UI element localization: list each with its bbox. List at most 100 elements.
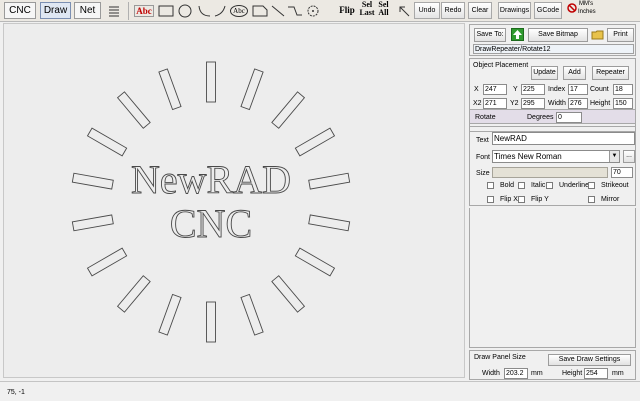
object-placement-title: Object Placement — [473, 62, 529, 69]
save-bitmap-button[interactable]: Save Bitmap — [528, 28, 588, 42]
save-draw-settings-button[interactable]: Save Draw Settings — [548, 354, 631, 366]
clear-button[interactable]: Clear — [468, 2, 492, 19]
toolbar: CNC Draw Net Abc Abc Flip Sel Last Sel A… — [0, 0, 640, 22]
index-label: Index — [548, 86, 566, 93]
font-more-button[interactable]: ... — [623, 150, 635, 163]
x-input[interactable]: 247 — [483, 84, 507, 95]
rotate-row: Rotate Degrees 0 — [469, 109, 636, 124]
circle-tool-button[interactable] — [175, 2, 195, 19]
target-tool-button[interactable] — [303, 2, 323, 19]
repeater-rectangle[interactable] — [271, 275, 306, 313]
x2-label: X2 — [473, 100, 482, 107]
underline-checkbox[interactable] — [546, 182, 553, 189]
newrad-outline-text[interactable]: NewRAD — [131, 157, 292, 203]
units-toggle[interactable]: MM's Inches — [566, 0, 602, 21]
degrees-input[interactable]: 0 — [556, 112, 582, 123]
x2-input[interactable]: 271 — [483, 98, 507, 109]
text-tool-button[interactable]: Abc — [133, 2, 155, 19]
count-input[interactable]: 18 — [613, 84, 633, 95]
repeater-rectangle[interactable] — [240, 293, 264, 336]
y-input[interactable]: 225 — [521, 84, 545, 95]
print-button[interactable]: Print — [607, 28, 634, 42]
update-button[interactable]: Update — [531, 66, 558, 80]
strikeout-label: Strikeout — [601, 182, 629, 189]
repeater-rectangle[interactable] — [86, 247, 128, 277]
select-all-button[interactable]: Sel All — [376, 1, 391, 17]
size-input[interactable]: 70 — [611, 167, 633, 178]
redo-button[interactable]: Redo — [441, 2, 465, 19]
repeater-rectangle[interactable] — [71, 214, 114, 232]
text-label: Text — [476, 137, 489, 144]
tab-net[interactable]: Net — [74, 2, 101, 19]
font-select-value: Times New Roman — [494, 152, 562, 161]
repeater-button[interactable]: Repeater — [592, 66, 629, 80]
upload-arrow-icon[interactable] — [511, 28, 524, 41]
toolbar-divider — [128, 2, 129, 20]
repeater-rectangle[interactable] — [158, 68, 182, 111]
italic-checkbox[interactable] — [518, 182, 525, 189]
repeater-rectangle[interactable] — [308, 214, 351, 232]
font-select[interactable]: Times New Roman ▼ — [492, 150, 620, 163]
text-properties-group: Text NewRAD Font Times New Roman ▼ ... S… — [469, 126, 636, 206]
size-slider[interactable] — [492, 167, 608, 178]
height-input[interactable]: 150 — [613, 98, 633, 109]
abc-text-icon: Abc — [134, 4, 154, 17]
repeater-rectangle[interactable] — [158, 293, 182, 336]
width-input[interactable]: 276 — [568, 98, 588, 109]
mm-label: MM's — [579, 1, 594, 7]
no-sign-icon — [567, 3, 577, 13]
flip-y-checkbox[interactable] — [518, 196, 525, 203]
tab-cnc[interactable]: CNC — [4, 2, 36, 19]
repeater-rectangle[interactable] — [206, 301, 216, 343]
rectangle-tool-button[interactable] — [156, 2, 176, 19]
repeater-rectangle[interactable] — [116, 275, 151, 313]
pointer-tool-button[interactable] — [394, 2, 414, 19]
repeater-rectangle[interactable] — [271, 91, 306, 129]
repeater-rectangle[interactable] — [86, 127, 128, 157]
chevron-down-icon[interactable]: ▼ — [609, 151, 619, 162]
polyline-tool-button[interactable] — [285, 2, 305, 19]
index-input[interactable]: 17 — [568, 84, 588, 95]
cnc-outline-text[interactable]: CNC — [169, 201, 252, 247]
list-icon[interactable] — [104, 2, 124, 19]
file-path-field[interactable]: DrawRepeater/Rotate12 — [473, 44, 634, 54]
flip-button[interactable]: Flip — [337, 6, 357, 15]
select-last-button[interactable]: Sel Last — [358, 1, 376, 17]
abc-circle-icon: Abc — [230, 4, 248, 17]
circle-icon — [178, 4, 192, 17]
count-label: Count — [590, 86, 609, 93]
panel-height-label: Height — [562, 370, 583, 377]
text-input[interactable]: NewRAD — [492, 132, 635, 145]
rounded-rect-tool-button[interactable] — [250, 2, 270, 19]
repeater-rectangle[interactable] — [294, 127, 336, 157]
bold-label: Bold — [500, 182, 515, 189]
circle-text-tool-button[interactable]: Abc — [228, 2, 250, 19]
y2-input[interactable]: 295 — [521, 98, 545, 109]
strikeout-checkbox[interactable] — [588, 182, 595, 189]
save-to-button[interactable]: Save To: — [474, 28, 506, 42]
panel-height-input[interactable]: 254 — [584, 368, 608, 379]
height-label: Height — [590, 100, 611, 107]
repeater-rectangle[interactable] — [116, 91, 151, 129]
gcode-button[interactable]: GCode — [534, 2, 562, 19]
repeater-rectangle[interactable] — [71, 172, 114, 190]
mirror-label: Mirror — [601, 196, 620, 203]
add-button[interactable]: Add — [563, 66, 586, 80]
sel-last-bottom-label: Last — [359, 8, 375, 17]
bold-checkbox[interactable] — [487, 182, 494, 189]
repeater-rectangle[interactable] — [308, 172, 351, 190]
folder-icon[interactable] — [591, 28, 604, 41]
mirror-checkbox[interactable] — [588, 196, 595, 203]
file-group: Save To: Save Bitmap Print DrawRepeater/… — [469, 24, 636, 56]
tab-draw[interactable]: Draw — [40, 2, 71, 19]
flip-x-checkbox[interactable] — [487, 196, 494, 203]
repeater-rectangle[interactable] — [206, 61, 216, 103]
drawings-button[interactable]: Drawings — [498, 2, 531, 19]
width-label: Width — [548, 100, 566, 107]
panel-width-input[interactable]: 203.2 — [504, 368, 528, 379]
repeater-rectangle[interactable] — [294, 247, 336, 277]
drawing-canvas[interactable]: NewRAD CNC — [3, 23, 465, 378]
panel-width-label: Width — [482, 370, 500, 377]
repeater-rectangle[interactable] — [240, 68, 264, 111]
undo-button[interactable]: Undo — [414, 2, 440, 19]
